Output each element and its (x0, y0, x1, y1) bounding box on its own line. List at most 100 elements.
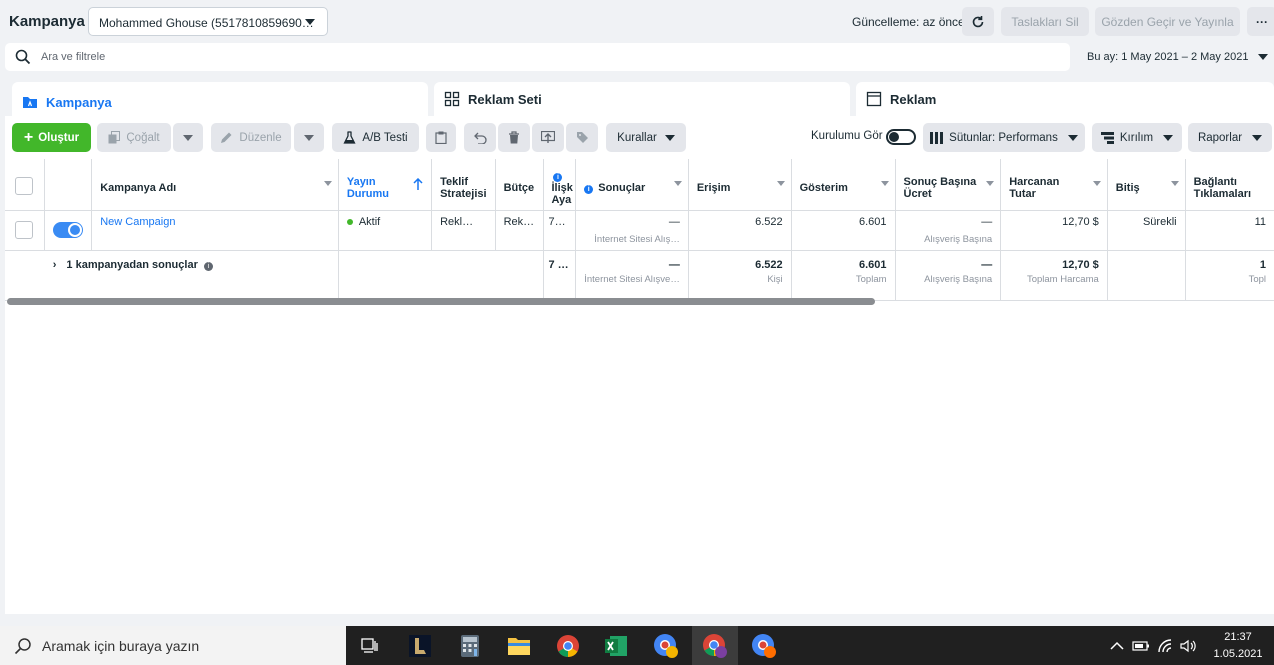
column-header-ends[interactable]: Bitiş (1107, 159, 1186, 211)
column-header-bid-strategy[interactable]: Teklif Stratejisi (431, 159, 496, 211)
create-button[interactable]: + Oluştur (12, 123, 91, 152)
summary-empty-2 (338, 250, 545, 301)
duplicate-button[interactable]: Çoğalt (97, 123, 171, 152)
summary-spent: 12,70 $ (1062, 258, 1099, 271)
info-icon: i (584, 184, 594, 194)
rules-button[interactable]: Kurallar (606, 123, 686, 152)
taskbar-search-input: Aramak için buraya yazın (42, 637, 200, 654)
discard-drafts-button[interactable]: Taslakları Sil (1001, 7, 1089, 36)
results-value: — (668, 215, 680, 228)
chevron-down-icon (986, 181, 995, 186)
select-all-checkbox[interactable] (15, 177, 33, 196)
column-header-delivery[interactable]: Yayın Durumu (338, 159, 433, 211)
chevron-down-icon (183, 134, 193, 141)
clock-date: 1.05.2021 (1213, 648, 1263, 660)
column-header-clicks-label: Bağlantı (1193, 175, 1237, 188)
chrome-profile-icon[interactable] (652, 632, 680, 660)
column-header-amount-spent[interactable]: Harcanan Tutar (1000, 159, 1108, 211)
excel-icon[interactable] (602, 632, 630, 660)
budget-cell: Rek… (495, 210, 545, 251)
review-publish-button[interactable]: Gözden Geçir ve Yayınla (1095, 7, 1240, 36)
campaign-name-cell: New Campaign (91, 210, 339, 251)
tab-ad[interactable]: Reklam (856, 82, 1274, 116)
duplicate-label: Çoğalt (126, 131, 160, 144)
campaign-toggle[interactable] (53, 221, 84, 238)
tab-adset-label: Reklam Seti (468, 91, 542, 107)
chevron-down-icon (1067, 134, 1078, 141)
league-app-icon[interactable] (406, 632, 434, 660)
chrome-profile2-icon[interactable] (750, 632, 778, 660)
taskbar-search[interactable]: Aramak için buraya yazın (0, 626, 346, 665)
search-icon (15, 49, 31, 70)
undo-button[interactable] (464, 123, 496, 152)
chrome-icon[interactable] (554, 632, 582, 660)
column-header-spent-label-2: Tutar (1009, 187, 1036, 200)
breakdown-button[interactable]: Kırılım (1092, 123, 1182, 152)
undo-icon (474, 132, 487, 144)
column-header-results[interactable]: i Sonuçlar (575, 159, 689, 211)
table-row[interactable]: New Campaign Aktif Rekl… Rek… 7… — İntern… (5, 210, 1274, 251)
column-header-attribution[interactable]: i İlişk Aya (543, 159, 577, 211)
date-range-picker[interactable]: Bu ay: 1 May 2021 – 2 May 2021 (1075, 43, 1274, 71)
calculator-icon[interactable] (456, 632, 484, 660)
column-header-impressions[interactable]: Gösterim (791, 159, 896, 211)
column-header-cost-per-result[interactable]: Sonuç Başına Ücret (895, 159, 1002, 211)
column-header-name[interactable]: Kampanya Adı (91, 159, 339, 211)
campaign-table: Kampanya Adı Yayın Durumu Teklif Stratejis… (5, 159, 1274, 301)
task-view-icon[interactable] (356, 632, 384, 660)
duplicate-dropdown[interactable] (173, 123, 203, 152)
column-header-reach[interactable]: Erişim (688, 159, 792, 211)
edit-dropdown[interactable] (294, 123, 324, 152)
search-bar[interactable]: Ara ve filtrele (5, 43, 1070, 71)
summary-impressions-cell: 6.601 Toplam (791, 250, 896, 301)
system-clock[interactable]: 21:37 1.05.2021 (1208, 629, 1268, 663)
chevron-down-icon (664, 134, 675, 141)
bid-strategy-cell: Rekl… (431, 210, 496, 251)
columns-label: Sütunlar: Performans (949, 131, 1058, 144)
clock-time: 21:37 (1224, 631, 1252, 643)
windows-taskbar: Aramak için buraya yazın 21:37 1.05.2021 (0, 626, 1274, 665)
clipboard-button[interactable] (426, 123, 456, 152)
summary-empty (5, 250, 45, 301)
wifi-icon[interactable] (1158, 626, 1174, 665)
top-bar: Kampanya Mohammed Ghouse (5517810859690…… (0, 0, 1274, 43)
column-header-link-clicks[interactable]: Bağlantı Tıklamaları (1185, 159, 1274, 211)
account-selector[interactable]: Mohammed Ghouse (5517810859690… (88, 7, 328, 36)
row-toggle-cell (44, 210, 93, 251)
tag-button[interactable] (566, 123, 598, 152)
column-header-attribution-label-2: Aya (551, 193, 572, 206)
tab-campaign-label: Kampanya (46, 94, 112, 110)
horizontal-scrollbar[interactable] (7, 298, 875, 305)
row-checkbox[interactable] (15, 220, 33, 239)
search-input[interactable]: Ara ve filtrele (41, 51, 105, 63)
summary-spent-sub: Toplam Harcama (1026, 273, 1099, 285)
reports-button[interactable]: Raporlar (1188, 123, 1272, 152)
edit-button[interactable]: Düzenle (211, 123, 291, 152)
chevron-right-icon: › (52, 258, 57, 271)
cpr-sub: Alışveriş Başına (924, 233, 993, 245)
row-select-cell (5, 210, 46, 251)
column-header-budget[interactable]: Bütçe (495, 159, 545, 211)
page-title: Kampanya (9, 13, 85, 30)
campaign-name-link[interactable]: New Campaign (100, 216, 175, 228)
preview-button[interactable] (532, 123, 564, 152)
status-dot (346, 218, 353, 225)
account-name: Mohammed Ghouse (5517810859690… (99, 16, 314, 30)
refresh-button[interactable] (962, 7, 994, 36)
delete-button[interactable] (498, 123, 530, 152)
chrome-active-icon[interactable] (701, 632, 729, 660)
tray-chevron-up-icon[interactable] (1110, 626, 1124, 665)
tab-adset[interactable]: Reklam Seti (434, 82, 850, 116)
file-explorer-icon[interactable] (505, 632, 533, 660)
reports-label: Raporlar (1197, 131, 1243, 144)
summary-cpr-sub: Alışveriş Başına (924, 273, 993, 285)
flask-icon (343, 131, 356, 144)
chevron-down-icon (305, 19, 315, 25)
summary-label-cell[interactable]: › 1 kampanyadan sonuçlar i (44, 250, 339, 301)
more-options-button[interactable]: ··· (1247, 7, 1274, 36)
ab-test-button[interactable]: A/B Testi (332, 123, 419, 152)
show-setup-toggle[interactable] (886, 129, 916, 145)
battery-icon[interactable] (1132, 626, 1150, 665)
columns-button[interactable]: Sütunlar: Performans (923, 123, 1085, 152)
volume-icon[interactable] (1180, 626, 1198, 665)
